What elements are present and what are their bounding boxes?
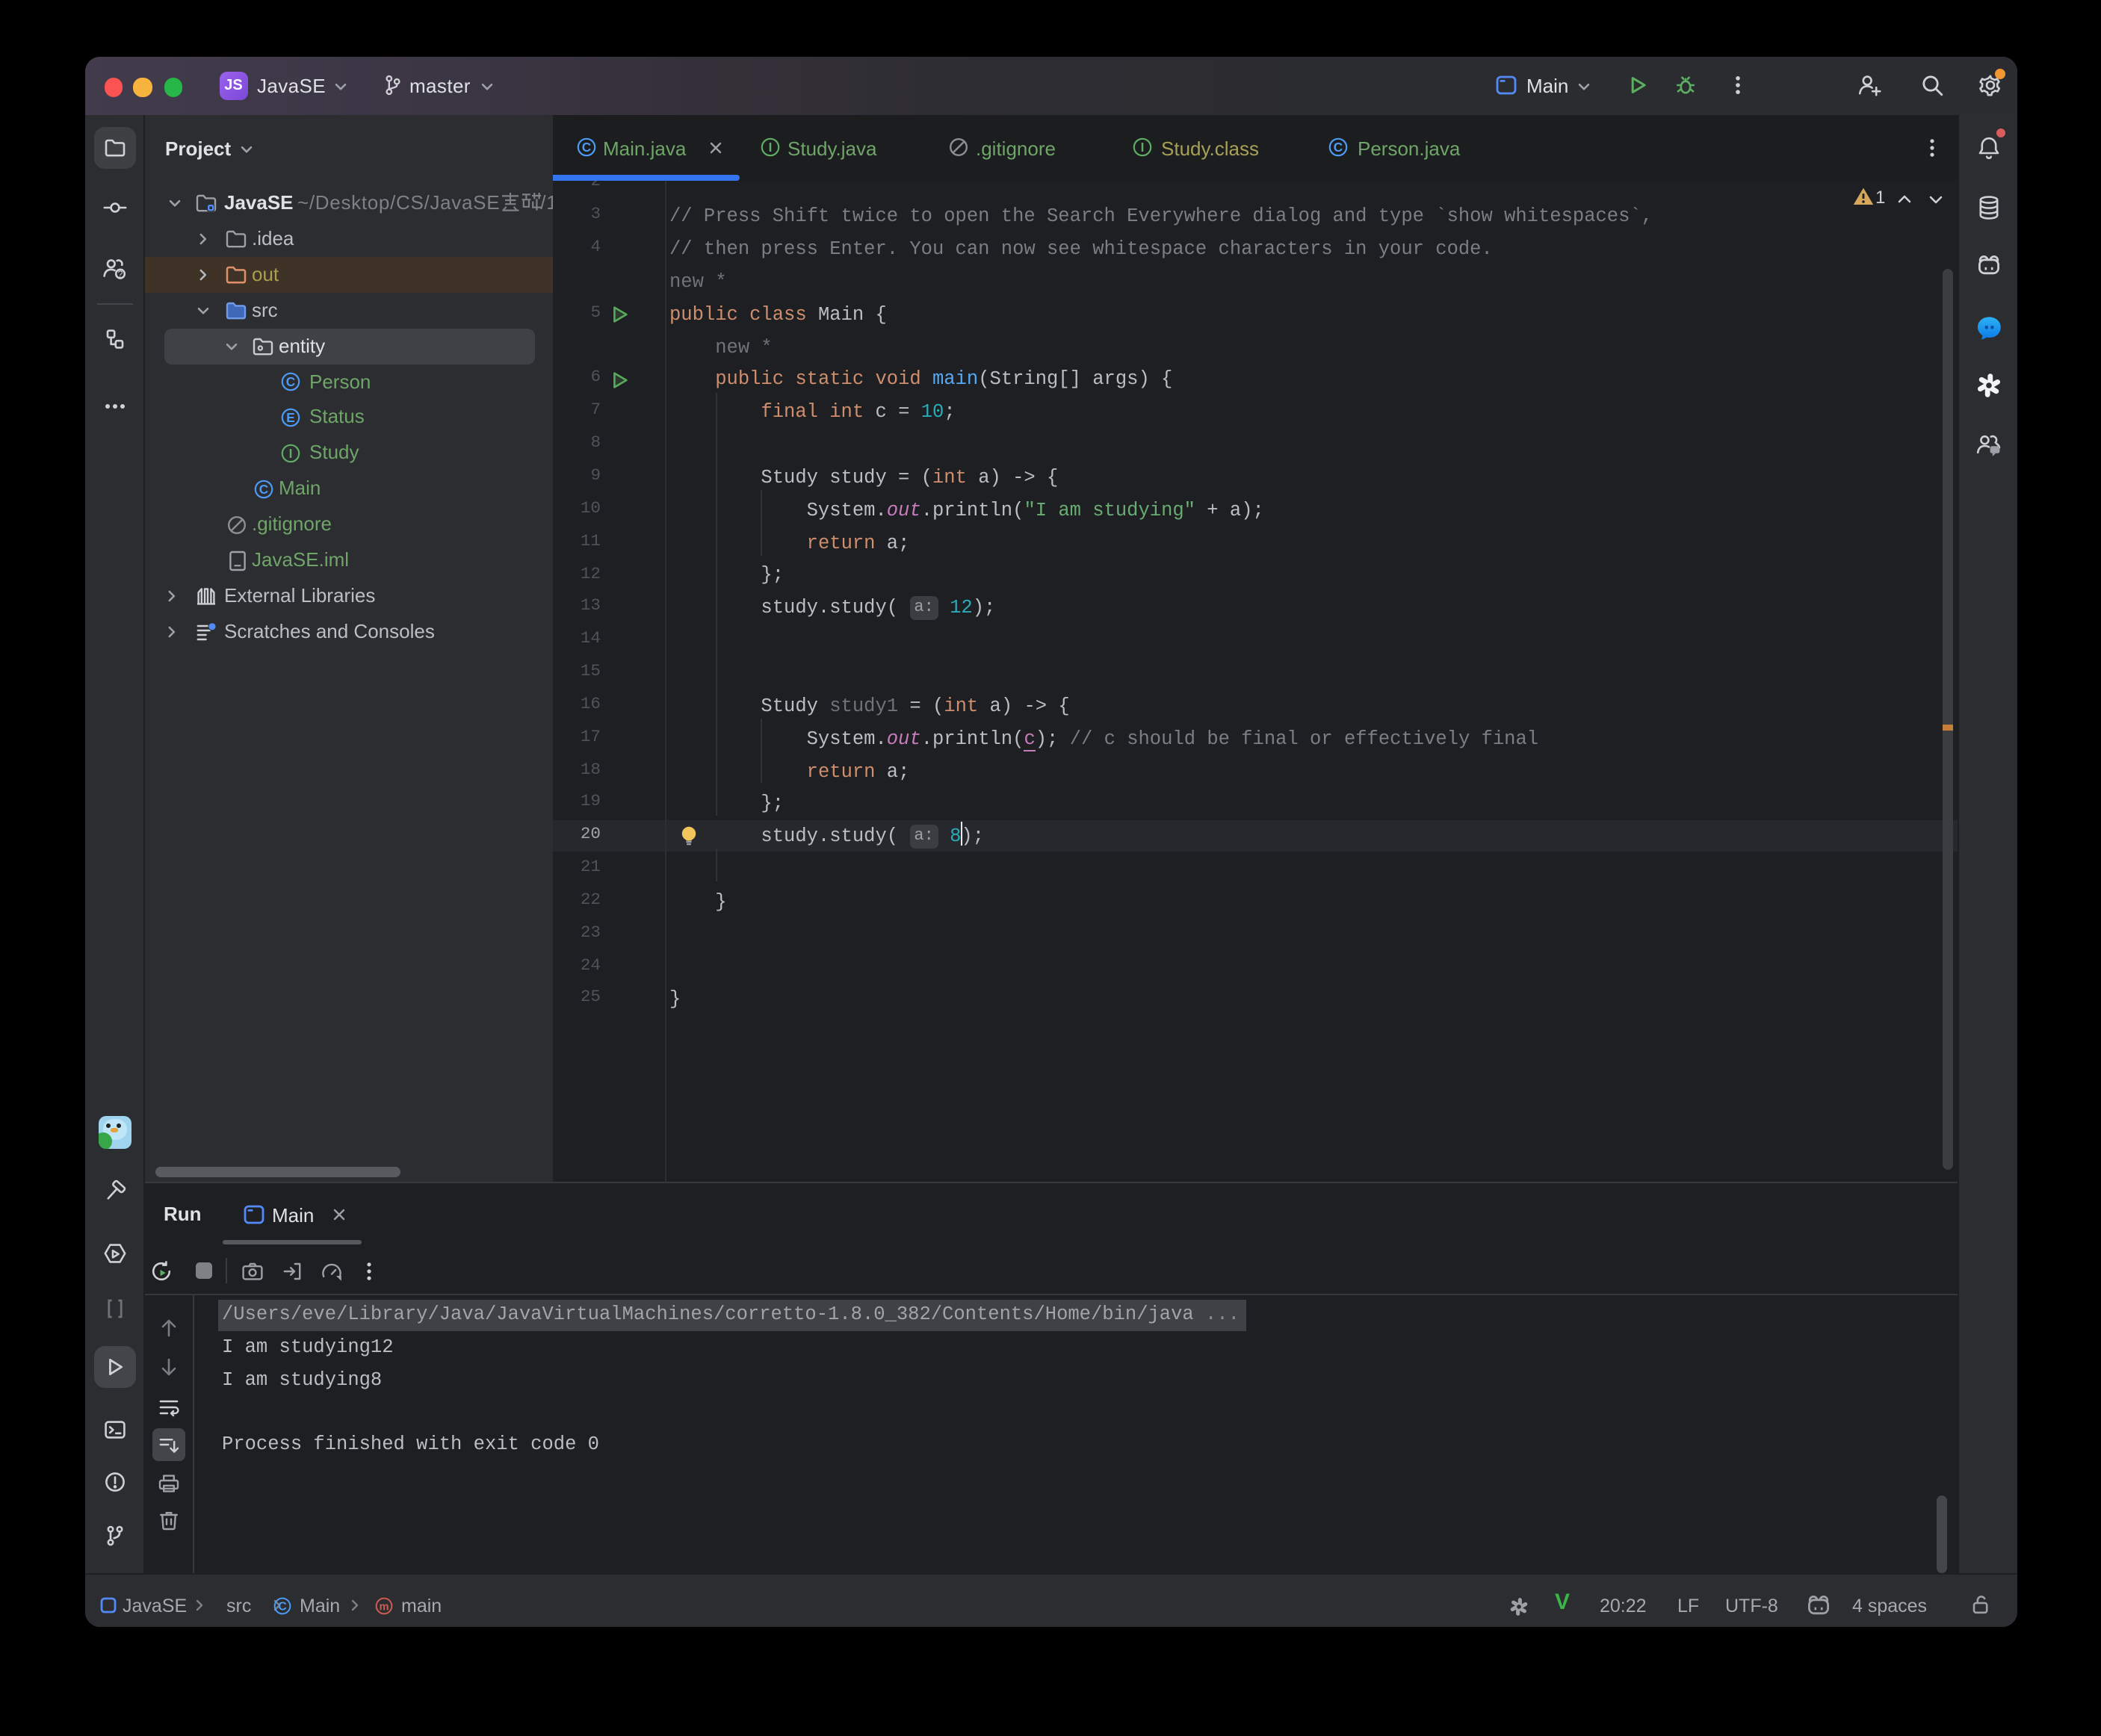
svg-text:I: I — [1141, 140, 1145, 155]
svg-text:C: C — [286, 374, 295, 389]
svg-text:C: C — [581, 140, 590, 155]
svg-text:C: C — [277, 1600, 286, 1613]
svg-text:C: C — [1334, 140, 1343, 155]
svg-text:C: C — [259, 482, 267, 497]
svg-text:I: I — [289, 446, 293, 461]
svg-text:?: ? — [117, 269, 123, 279]
svg-text:m: m — [378, 1600, 388, 1612]
svg-text:I: I — [768, 140, 772, 155]
svg-text:E: E — [286, 410, 294, 425]
